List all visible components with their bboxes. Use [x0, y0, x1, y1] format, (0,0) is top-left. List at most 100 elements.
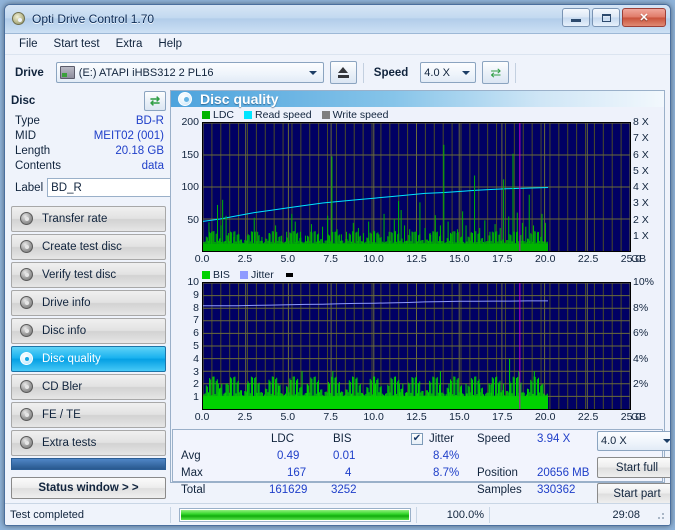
menu-item-start-test[interactable]: Start test — [46, 36, 108, 52]
disc-panel-title: Disc — [11, 95, 36, 107]
speed-select[interactable]: 4.0 X — [420, 62, 477, 83]
axis-tick-label: 7 X — [633, 132, 649, 145]
legend-item-read-speed: Read speed — [244, 109, 312, 121]
menu-item-help[interactable]: Help — [150, 36, 190, 52]
axis-tick-label: 50 — [187, 213, 199, 226]
axis-tick-label: 22.5 — [577, 253, 599, 265]
progress-fill — [181, 509, 409, 520]
axis-tick-label: 5 — [193, 340, 199, 352]
sidebar: Disc ⇄ Type BD-R MID MEIT02 (001) Length… — [5, 90, 231, 499]
axis-tick-label: 2% — [633, 378, 649, 391]
chart2-plot[interactable] — [202, 282, 631, 410]
refresh-icon: ⇄ — [490, 64, 502, 80]
axis-tick-label: 6 — [193, 327, 199, 340]
stats-samples-label: Samples — [477, 484, 522, 496]
sidebar-item-label: Drive info — [42, 297, 91, 309]
sidebar-item-verify-test-disc[interactable]: Verify test disc — [11, 262, 166, 288]
axis-tick-label: 17.5 — [492, 411, 513, 423]
eject-icon — [337, 67, 349, 78]
progress-bar — [179, 507, 411, 522]
status-window-button[interactable]: Status window > > — [11, 477, 166, 499]
window-title: Opti Drive Control 1.70 — [32, 12, 155, 26]
toolbar-divider — [515, 62, 517, 83]
axis-tick-label: 8 — [193, 301, 199, 314]
start-part-button[interactable]: Start part — [597, 483, 670, 504]
axis-tick-label: 5.0 — [280, 411, 296, 423]
disc-label-row: Label — [15, 177, 231, 198]
legend-swatch — [202, 271, 210, 279]
axis-tick-label: 4% — [633, 352, 649, 365]
sidebar-item-cd-bler[interactable]: CD Bler — [11, 374, 166, 400]
start-full-button[interactable]: Start full — [597, 457, 670, 478]
sidebar-item-label: FE / TE — [42, 409, 81, 421]
legend-label: BIS — [213, 269, 230, 281]
sidebar-item-fe-te[interactable]: FE / TE — [11, 402, 166, 428]
test-speed-select[interactable]: 4.0 X — [597, 431, 670, 451]
disc-info-value: data — [141, 160, 164, 172]
drive-icon — [59, 66, 75, 79]
refresh-button[interactable]: ⇄ — [482, 61, 510, 84]
app-disc-icon — [11, 11, 27, 27]
window-controls: ✕ — [562, 8, 666, 27]
menu-item-file[interactable]: File — [11, 36, 46, 52]
title-bar: Opti Drive Control 1.70 ✕ — [5, 5, 670, 34]
disc-info-row-length: Length 20.18 GB — [15, 144, 166, 159]
disc-info-value: MEIT02 (001) — [93, 130, 164, 142]
sidebar-item-disc-info[interactable]: Disc info — [11, 318, 166, 344]
nav-list: Transfer rate Create test disc Verify te… — [11, 206, 166, 499]
stats-bis-total: 3252 — [331, 484, 357, 496]
axis-tick-label: 2 — [193, 378, 199, 391]
axis-tick-label: 22.5 — [577, 411, 599, 423]
axis-tick-label: 2.5 — [237, 253, 253, 265]
sidebar-item-disc-quality[interactable]: Disc quality — [11, 346, 166, 372]
toolbar: Drive (E:) ATAPI iHBS312 2 PL16 Speed 4.… — [5, 55, 670, 90]
axis-tick-label: 6 X — [633, 148, 649, 161]
progress-bar-cell — [171, 506, 416, 523]
axis-tick-label: 8 X — [633, 116, 649, 128]
status-message: Test completed — [10, 508, 84, 521]
chart1-y-axis-left: 200 150 100 50 — [172, 116, 202, 252]
sidebar-item-transfer-rate[interactable]: Transfer rate — [11, 206, 166, 232]
legend-item-ldc: LDC — [202, 109, 234, 121]
drive-select[interactable]: (E:) ATAPI iHBS312 2 PL16 — [55, 62, 324, 83]
legend-label: Jitter — [250, 269, 274, 281]
menu-item-extra[interactable]: Extra — [108, 36, 151, 52]
resize-grip-icon[interactable] — [654, 509, 666, 521]
disc-info-key: MID — [15, 130, 37, 142]
drive-label: Drive — [15, 66, 44, 79]
minimize-button[interactable] — [562, 8, 590, 27]
jitter-checkbox[interactable]: ✔ — [411, 433, 423, 445]
main-panel: Disc quality LDC Read speed Write speed … — [170, 90, 670, 504]
axis-tick-label: 1 — [193, 391, 199, 404]
chart1-x-axis: 0.0 2.5 5.0 7.5 10.0 12.5 15.0 17.5 20.0 22.5 25.0 — [195, 252, 642, 268]
eject-button[interactable] — [329, 61, 357, 84]
plot-canvas — [203, 123, 630, 251]
axis-tick-label: 150 — [181, 148, 199, 161]
sidebar-item-drive-info[interactable]: Drive info — [11, 290, 166, 316]
disc-refresh-button[interactable]: ⇄ — [144, 91, 166, 111]
maximize-button[interactable] — [592, 8, 620, 27]
axis-tick-label: 15.0 — [449, 411, 470, 423]
chart1-plot[interactable] — [202, 122, 631, 252]
sidebar-item-extra-tests[interactable]: Extra tests — [11, 430, 166, 456]
disc-info-key: Length — [15, 145, 51, 157]
chart2-x-row: 0.0 2.5 5.0 7.5 10.0 12.5 15.0 17.5 20.0 22.5 25.0… — [172, 410, 663, 426]
axis-tick-label: 17.5 — [492, 253, 513, 265]
axis-tick-label: 25.0 — [620, 253, 642, 265]
legend-swatch — [244, 111, 253, 119]
axis-tick-label: 2 X — [633, 213, 649, 226]
stats-position-value: 20656 MB — [537, 467, 590, 479]
axis-tick-label: 1 X — [633, 229, 649, 242]
test-speed-value: 4.0 X — [601, 435, 627, 447]
axis-tick-label: 12.5 — [406, 253, 427, 265]
stats-row-avg: Avg — [181, 450, 201, 462]
stats-col-bis: BIS — [333, 433, 352, 445]
chart1-y-axis-right: 8 X 7 X 6 X 5 X 4 X 3 X 2 X 1 X — [631, 116, 663, 252]
close-button[interactable]: ✕ — [622, 8, 666, 27]
sidebar-item-create-test-disc[interactable]: Create test disc — [11, 234, 166, 260]
stats-col-jitter: Jitter — [429, 433, 454, 445]
disc-info-row-type: Type BD-R — [15, 114, 166, 129]
stats-jitter-avg: 8.4% — [433, 450, 460, 462]
legend-swatch-extra — [285, 273, 293, 277]
legend-swatch — [202, 111, 210, 119]
